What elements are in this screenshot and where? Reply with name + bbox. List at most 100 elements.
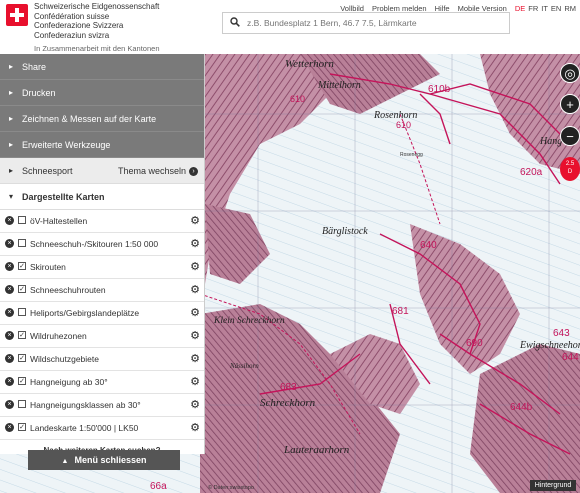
remove-icon[interactable]: × <box>5 331 14 340</box>
gear-icon[interactable]: ⚙ <box>190 329 200 342</box>
chevron-right-icon: ▸ <box>9 88 14 97</box>
route-label[interactable]: 640 <box>420 240 437 251</box>
layer-checkbox[interactable] <box>18 400 26 408</box>
route-label[interactable]: 620a <box>520 167 542 178</box>
theme-switch-label: Thema wechseln <box>117 166 186 176</box>
layer-row: × ✓ Wildschutzgebiete ⚙ <box>0 348 204 371</box>
3d-toggle-button[interactable]: 2.5 D <box>560 157 580 181</box>
print-section[interactable]: ▸ Drucken <box>0 80 204 106</box>
background-button[interactable]: Hintergrund <box>530 480 576 491</box>
close-menu-label: Menü schliessen <box>74 455 147 465</box>
route-label[interactable]: 643 <box>553 328 570 339</box>
layer-checkbox[interactable]: ✓ <box>18 285 26 293</box>
lang-fr[interactable]: FR <box>528 4 538 13</box>
lang-en[interactable]: EN <box>551 4 561 13</box>
remove-icon[interactable]: × <box>5 308 14 317</box>
zoom-in-button[interactable]: + <box>560 94 580 114</box>
share-label: Share <box>22 62 47 72</box>
chevron-right-icon: ▸ <box>9 62 14 71</box>
print-label: Drucken <box>22 88 56 98</box>
route-label[interactable]: 610 <box>290 94 305 104</box>
org-line: Confédération suisse <box>34 11 110 21</box>
remove-icon[interactable]: × <box>5 216 14 225</box>
top-links: Vollbild Problem melden Hilfe Mobile Ver… <box>340 4 576 13</box>
route-label[interactable]: 644b <box>510 402 532 413</box>
remove-icon[interactable]: × <box>5 354 14 363</box>
map-label-ewigschneehorn: Ewigschneehorn <box>520 340 580 351</box>
layer-checkbox[interactable]: ✓ <box>18 423 26 431</box>
locate-button[interactable]: ◎ <box>560 63 580 83</box>
remove-icon[interactable]: × <box>5 285 14 294</box>
route-label[interactable]: 610 <box>396 120 411 130</box>
chevron-right-icon: ▸ <box>9 166 14 175</box>
tools-label: Erweiterte Werkzeuge <box>22 140 111 150</box>
layer-row: × ✓ Skirouten ⚙ <box>0 256 204 279</box>
layer-checkbox[interactable] <box>18 239 26 247</box>
theme-label: Schneesport <box>22 166 73 176</box>
cooperation-note: In Zusammenarbeit mit den Kantonen <box>34 44 160 53</box>
map-label-hang: Hang <box>540 136 563 147</box>
layer-label: Schneeschuh-/Skitouren 1:50 000 <box>30 239 159 249</box>
gear-icon[interactable]: ⚙ <box>190 237 200 250</box>
layer-checkbox[interactable]: ✓ <box>18 377 26 385</box>
report-problem-link[interactable]: Problem melden <box>372 4 427 13</box>
layer-checkbox[interactable]: ✓ <box>18 354 26 362</box>
search-input[interactable] <box>247 15 505 31</box>
gear-icon[interactable]: ⚙ <box>190 260 200 273</box>
map-label-mittelhorn: Mittelhorn <box>318 80 361 91</box>
tools-section[interactable]: ▸ Erweiterte Werkzeuge <box>0 132 204 158</box>
fullscreen-link[interactable]: Vollbild <box>340 4 364 13</box>
map-label-rosenegg: Rosenegg <box>400 152 423 158</box>
gear-icon[interactable]: ⚙ <box>190 214 200 227</box>
copyright: © Daten:swisstopo <box>208 485 254 491</box>
remove-icon[interactable]: × <box>5 262 14 271</box>
theme-section[interactable]: ▸ Schneesport Thema wechseln › <box>0 158 204 184</box>
lang-de[interactable]: DE <box>515 4 525 13</box>
zoom-out-button[interactable]: − <box>560 126 580 146</box>
help-link[interactable]: Hilfe <box>435 4 450 13</box>
lang-rm[interactable]: RM <box>564 4 576 13</box>
route-label[interactable]: 66a <box>150 481 167 492</box>
remove-icon[interactable]: × <box>5 423 14 432</box>
search-icon <box>230 17 240 27</box>
search-box[interactable] <box>222 12 510 34</box>
arrow-right-icon: › <box>189 167 198 177</box>
gear-icon[interactable]: ⚙ <box>190 306 200 319</box>
route-label[interactable]: 683 <box>280 382 297 393</box>
draw-section[interactable]: ▸ Zeichnen & Messen auf der Karte <box>0 106 204 132</box>
org-line: Confederazione Svizzera <box>34 21 124 30</box>
gear-icon[interactable]: ⚙ <box>190 421 200 434</box>
map-label-barglistock: Bärglistock <box>322 226 368 237</box>
route-label[interactable]: 610b <box>428 84 450 95</box>
swiss-cross-logo <box>6 4 28 26</box>
close-menu-button[interactable]: ▲ Menü schliessen <box>28 450 180 470</box>
gear-icon[interactable]: ⚙ <box>190 352 200 365</box>
share-section[interactable]: ▸ Share <box>0 54 204 80</box>
remove-icon[interactable]: × <box>5 400 14 409</box>
remove-icon[interactable]: × <box>5 377 14 386</box>
route-label[interactable]: 681 <box>392 306 409 317</box>
route-label[interactable]: 690 <box>466 338 483 349</box>
org-line: Schweizerische Eidgenossenschaft <box>34 2 160 11</box>
layer-checkbox[interactable]: ✓ <box>18 331 26 339</box>
displayed-maps-label: Dargestellte Karten <box>22 192 105 202</box>
remove-icon[interactable]: × <box>5 239 14 248</box>
theme-switch-link[interactable]: Thema wechseln › <box>118 158 198 184</box>
gear-icon[interactable]: ⚙ <box>190 283 200 296</box>
layer-row: × ✓ Landeskarte 1:50'000 | LK50 ⚙ <box>0 417 204 440</box>
layer-checkbox[interactable]: ✓ <box>18 262 26 270</box>
mobile-version-link[interactable]: Mobile Version <box>458 4 507 13</box>
gear-icon[interactable]: ⚙ <box>190 375 200 388</box>
lang-it[interactable]: IT <box>541 4 548 13</box>
layer-row: × ✓ Hangneigung ab 30° ⚙ <box>0 371 204 394</box>
gear-icon[interactable]: ⚙ <box>190 398 200 411</box>
org-line: Confederaziun svizra <box>34 30 110 40</box>
layer-row: × Schneeschuh-/Skitouren 1:50 000 ⚙ <box>0 233 204 256</box>
layer-label: Wildschutzgebiete <box>30 354 99 364</box>
layer-checkbox[interactable] <box>18 308 26 316</box>
map-label-lauteraarhorn: Lauteraarhorn <box>284 444 350 456</box>
target-icon: ◎ <box>564 66 576 81</box>
layer-checkbox[interactable] <box>18 216 26 224</box>
displayed-maps-header[interactable]: ▾ Dargestellte Karten <box>0 184 204 210</box>
route-label[interactable]: 644 <box>562 352 579 363</box>
